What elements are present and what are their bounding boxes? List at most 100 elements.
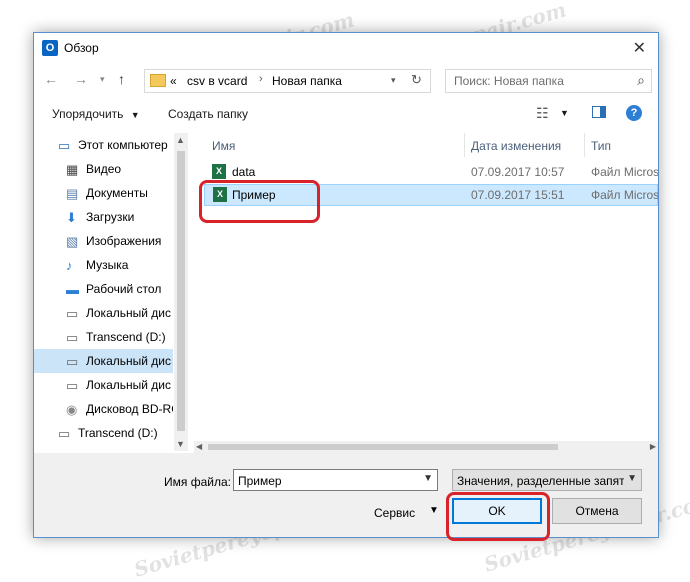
highlight-file — [199, 180, 320, 223]
back-button[interactable]: ← — [44, 71, 58, 87]
sidebar-item[interactable]: ▭ Локальный дис — [34, 349, 173, 373]
new-folder-button[interactable]: Создать папку — [168, 107, 248, 121]
scroll-up-icon[interactable]: ▲ — [176, 135, 185, 145]
sidebar-item-label: Локальный дис — [86, 354, 171, 368]
video-icon: ▦ — [66, 162, 79, 177]
sidebar-item[interactable]: ▭ Этот компьютер — [34, 133, 173, 157]
browse-dialog: O Обзор ✕ ← → ▾ ↑ « csv в vcard › Новая … — [33, 32, 659, 538]
sidebar-item-label: Локальный дис — [86, 378, 171, 392]
sidebar-item[interactable]: ▤ Документы — [34, 181, 173, 205]
filename-input[interactable]: Пример ▼ — [233, 469, 438, 491]
sidebar-item[interactable]: ▬ Рабочий стол — [34, 277, 173, 301]
column-divider[interactable] — [464, 133, 465, 157]
breadcrumb-csv-vcard[interactable]: csv в vcard — [187, 74, 247, 88]
file-date: 07.09.2017 15:51 — [471, 188, 565, 202]
close-icon[interactable]: ✕ — [633, 38, 646, 58]
documents-icon: ▤ — [66, 186, 79, 201]
scrollbar-thumb[interactable] — [177, 151, 185, 431]
recent-dropdown-icon[interactable]: ▾ — [100, 74, 105, 85]
filename-label: Имя файла: — [164, 475, 231, 489]
sidebar-item[interactable]: ▭ Локальный дис — [34, 373, 173, 397]
search-placeholder: Поиск: Новая папка — [454, 74, 564, 88]
column-divider[interactable] — [584, 133, 585, 157]
music-icon: ♪ — [66, 258, 73, 273]
service-button[interactable]: Сервис — [374, 506, 415, 520]
sidebar-item[interactable]: ▭ Transcend (D:) — [34, 325, 173, 349]
navigation-bar: ← → ▾ ↑ « csv в vcard › Новая папка ▾ ↻ … — [34, 65, 658, 95]
organize-button[interactable]: Упорядочить ▼ — [52, 107, 140, 121]
column-header-date[interactable]: Дата изменения — [471, 139, 561, 153]
command-toolbar: Упорядочить ▼ Создать папку ☷ ▼ ? — [34, 99, 658, 129]
file-type: Файл Micros — [591, 188, 658, 202]
refresh-icon[interactable]: ↻ — [411, 72, 422, 88]
chevron-down-icon[interactable]: ▼ — [423, 473, 433, 484]
filetype-select[interactable]: Значения, разделенные запят ▼ — [452, 469, 642, 491]
filetype-value: Значения, разделенные запят — [457, 474, 625, 488]
breadcrumb-current-folder[interactable]: Новая папка — [272, 74, 342, 88]
drive-icon: ▭ — [66, 378, 79, 393]
sidebar-item-label: Музыка — [86, 258, 129, 272]
scrollbar-thumb[interactable] — [208, 444, 558, 450]
file-type: Файл Micros — [591, 165, 658, 179]
chevron-down-icon[interactable]: ▼ — [624, 473, 637, 484]
folder-icon — [150, 74, 166, 87]
breadcrumb-separator-icon[interactable]: › — [259, 73, 263, 85]
search-icon[interactable]: ⌕ — [637, 72, 645, 89]
excel-file-icon: X — [212, 164, 226, 179]
dialog-title: Обзор — [64, 41, 99, 55]
sidebar-item[interactable]: ▭ Transcend (D:) — [34, 421, 173, 445]
sidebar-item[interactable]: ▦ Видео — [34, 157, 173, 181]
horizontal-scrollbar[interactable]: ◀ ▶ — [194, 441, 658, 453]
highlight-ok — [446, 492, 550, 541]
cancel-button[interactable]: Отмена — [552, 498, 642, 524]
chevron-down-icon: ▼ — [130, 110, 140, 120]
drive-icon: ▭ — [58, 426, 71, 441]
filename-value: Пример — [238, 474, 282, 488]
organize-label: Упорядочить — [52, 107, 124, 121]
search-box[interactable]: Поиск: Новая папка ⌕ — [445, 69, 652, 93]
address-dropdown-icon[interactable]: ▾ — [391, 75, 396, 86]
sidebar-item-label: Рабочий стол — [86, 282, 162, 296]
sidebar-item-label: Видео — [86, 162, 122, 176]
outlook-icon: O — [42, 40, 58, 56]
dialog-footer: Имя файла: Пример ▼ Значения, разделенны… — [34, 453, 658, 537]
sidebar-item[interactable]: ▧ Изображения — [34, 229, 173, 253]
scroll-right-icon[interactable]: ▶ — [650, 442, 656, 451]
sidebar-item-label: Загрузки — [86, 210, 135, 224]
breadcrumb-overflow[interactable]: « — [170, 74, 177, 88]
sidebar-item-label: Дисковод BD-RO — [86, 402, 173, 416]
file-date: 07.09.2017 10:57 — [471, 165, 565, 179]
file-name: data — [232, 165, 256, 179]
preview-pane-icon[interactable] — [592, 106, 606, 118]
sidebar-item-label: Этот компьютер — [78, 138, 168, 152]
computer-icon: ▭ — [58, 138, 71, 153]
sidebar-item-label: Локальный дис — [86, 306, 171, 320]
sidebar-item-label: Transcend (D:) — [86, 330, 166, 344]
sidebar-item-label: Изображения — [86, 234, 162, 248]
scroll-left-icon[interactable]: ◀ — [196, 442, 202, 451]
navigation-pane: ▭ Этот компьютер ▦ Видео ▤ Документы ⬇ Загрузки… — [34, 133, 173, 451]
drive-icon: ▭ — [66, 330, 79, 345]
column-header-name[interactable]: Имя — [212, 139, 235, 153]
scroll-down-icon[interactable]: ▼ — [176, 439, 185, 449]
up-button[interactable]: ↑ — [118, 71, 125, 87]
sidebar-item[interactable]: ▭ Локальный дис — [34, 301, 173, 325]
forward-button[interactable]: → — [74, 71, 88, 87]
desktop-icon: ▬ — [66, 282, 79, 297]
sidebar-item[interactable]: ⬇ Загрузки — [34, 205, 173, 229]
view-dropdown-icon[interactable]: ▼ — [560, 108, 569, 118]
title-bar: O Обзор ✕ — [34, 33, 658, 63]
view-options-icon[interactable]: ☷ — [536, 105, 549, 122]
drive-icon: ▭ — [66, 354, 79, 369]
images-icon: ▧ — [66, 234, 79, 249]
drive-icon: ▭ — [66, 306, 79, 321]
sidebar-item[interactable]: ♪ Музыка — [34, 253, 173, 277]
address-bar[interactable]: « csv в vcard › Новая папка ▾ ↻ — [144, 69, 431, 93]
disc-icon: ◉ — [66, 402, 78, 417]
column-header-type[interactable]: Тип — [591, 139, 611, 153]
download-icon: ⬇ — [66, 210, 77, 225]
navigation-scrollbar[interactable]: ▲ ▼ — [174, 133, 188, 451]
help-icon[interactable]: ? — [626, 105, 642, 121]
service-dropdown-icon[interactable]: ▼ — [429, 505, 439, 516]
sidebar-item[interactable]: ◉ Дисковод BD-RO — [34, 397, 173, 421]
